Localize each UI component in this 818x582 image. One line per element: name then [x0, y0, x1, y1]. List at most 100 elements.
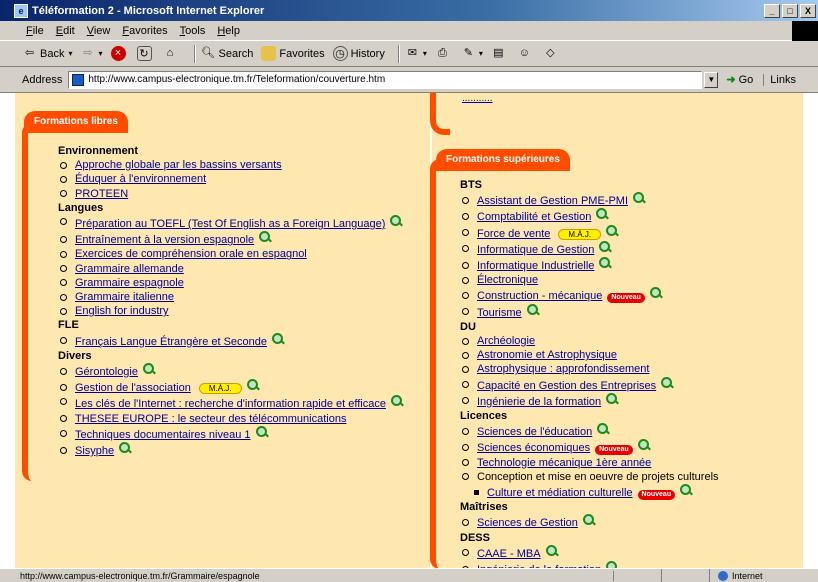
course-link[interactable]: English for industry	[75, 305, 169, 317]
course-link[interactable]: Sisyphe	[75, 445, 114, 457]
course-link[interactable]: Assistant de Gestion PME-PMI	[477, 195, 628, 207]
course-link[interactable]: Force de vente	[477, 228, 550, 240]
home-button[interactable]: ⌂	[163, 46, 181, 61]
course-link[interactable]: Les clés de l'Internet : recherche d'inf…	[75, 398, 386, 410]
status-text: http://www.campus-electronique.tm.fr/Gra…	[0, 570, 614, 581]
address-dropdown-button[interactable]: ▼	[704, 71, 719, 88]
toolbar-separator	[193, 44, 196, 63]
course-link[interactable]: Français Langue Étrangère et Seconde	[75, 336, 267, 348]
course-link[interactable]: Astrophysique : approfondissement	[477, 363, 649, 375]
course-link[interactable]: Sciences économiques	[477, 442, 590, 454]
menu-favorites[interactable]: Favorites	[122, 25, 167, 37]
course-link[interactable]: Informatique Industrielle	[477, 260, 594, 272]
magnifier-icon[interactable]	[259, 231, 271, 243]
course-link[interactable]: Grammaire italienne	[75, 291, 174, 303]
course-link[interactable]: Culture et médiation culturelle	[487, 487, 633, 499]
magnifier-icon[interactable]	[606, 392, 618, 405]
ie-icon: e	[14, 3, 28, 18]
magnifier-icon[interactable]	[119, 442, 131, 454]
course-link[interactable]: Approche globale par les bassins versant…	[75, 159, 282, 171]
course-link[interactable]: CAAE - MBA	[477, 548, 541, 560]
magnifier-icon[interactable]	[526, 303, 539, 316]
course-link[interactable]: Informatique de Gestion	[477, 244, 594, 256]
course-link[interactable]: Préparation au TOEFL (Test Of English as…	[75, 218, 385, 230]
close-button[interactable]: X	[800, 3, 816, 18]
menu-view[interactable]: View	[87, 25, 111, 37]
minimize-button[interactable]: _	[764, 3, 780, 18]
magnifier-icon[interactable]	[637, 439, 650, 451]
edit-button[interactable]: ✎ ▾	[461, 46, 483, 61]
course-link[interactable]: Construction - mécanique	[477, 290, 602, 302]
menu-edit[interactable]: Edit	[56, 25, 75, 37]
magnifier-icon[interactable]	[680, 484, 692, 496]
right-column: BTS Assistant de Gestion PME-PMI Comptabil…	[460, 178, 800, 577]
magnifier-icon[interactable]	[599, 240, 611, 253]
list-item: Archéologie	[460, 334, 800, 348]
course-link[interactable]: Sciences de l'éducation	[477, 426, 592, 438]
history-button[interactable]: ◷ History	[332, 46, 385, 61]
magnifier-icon[interactable]	[599, 257, 611, 269]
new-badge: Nouveau	[595, 445, 633, 456]
magnifier-icon[interactable]	[272, 332, 284, 345]
course-link[interactable]: Capacité en Gestion des Entreprises	[477, 380, 656, 392]
course-link[interactable]: Grammaire espagnole	[75, 277, 184, 289]
maximize-button[interactable]: □	[782, 3, 798, 18]
course-link[interactable]: Technologie mécanique 1ère année	[477, 457, 651, 469]
stop-button[interactable]: ×	[110, 46, 129, 61]
menu-file[interactable]: File	[26, 25, 44, 37]
course-link[interactable]: Gérontologie	[75, 366, 138, 378]
search-button[interactable]: 🔍︎ Search	[201, 46, 253, 61]
list-item: Électronique	[460, 273, 800, 287]
back-button[interactable]: ⇦ Back ▾	[22, 46, 73, 61]
forward-button[interactable]: ⇨ ▾	[80, 46, 102, 61]
refresh-button[interactable]: ↻	[136, 46, 155, 61]
right-top-bracket	[430, 93, 450, 135]
magnifier-icon[interactable]	[597, 423, 609, 435]
address-input[interactable]: http://www.campus-electronique.tm.fr/Tel…	[68, 70, 703, 89]
course-link[interactable]: Ingénierie de la formation	[477, 396, 601, 408]
magnifier-icon[interactable]	[390, 395, 403, 407]
partial-top-link[interactable]: ...........	[462, 93, 493, 104]
bullet-icon	[60, 190, 67, 198]
menu-help[interactable]: Help	[217, 25, 240, 37]
course-link[interactable]: Grammaire allemande	[75, 263, 184, 275]
magnifier-icon[interactable]	[246, 379, 259, 391]
course-link[interactable]: THESEE EUROPE : le secteur des télécommu…	[75, 413, 346, 425]
list-item: Informatique Industrielle	[460, 257, 800, 273]
discuss-button[interactable]: ▤	[491, 46, 509, 61]
list-item: Sciences de Gestion	[460, 514, 800, 530]
magnifier-icon[interactable]	[606, 224, 618, 237]
course-link[interactable]: Techniques documentaires niveau 1	[75, 429, 251, 441]
magnifier-icon[interactable]	[633, 192, 645, 204]
links-button[interactable]: Links	[763, 73, 796, 86]
course-link[interactable]: Éduquer à l'environnement	[75, 173, 206, 185]
magnifier-icon[interactable]	[596, 208, 608, 220]
course-link[interactable]: Sciences de Gestion	[477, 517, 578, 529]
print-button[interactable]: ⎙	[435, 46, 453, 61]
menu-tools[interactable]: Tools	[180, 25, 206, 37]
course-link[interactable]: Gestion de l'association	[75, 382, 191, 394]
course-link[interactable]: Exercices de compréhension orale en espa…	[75, 248, 307, 260]
list-item: Sciences de l'éducation	[460, 423, 800, 439]
magnifier-icon[interactable]	[390, 215, 402, 227]
course-link[interactable]: Entraînement à la version espagnole	[75, 234, 254, 246]
research-button[interactable]: ◇	[543, 46, 561, 61]
messenger-button[interactable]: ☺	[517, 46, 535, 61]
magnifier-icon[interactable]	[582, 514, 595, 526]
magnifier-icon[interactable]	[661, 376, 673, 389]
favorites-button[interactable]: Favorites	[261, 46, 325, 61]
go-button[interactable]: ➜ Go	[726, 73, 753, 87]
course-link[interactable]: PROTEEN	[75, 188, 128, 200]
course-link[interactable]: Comptabilité et Gestion	[477, 211, 591, 223]
mail-button[interactable]: ✉ ▾	[405, 46, 427, 61]
course-link[interactable]: Archéologie	[477, 335, 535, 347]
course-link[interactable]: Tourisme	[477, 307, 522, 319]
bullet-icon	[462, 397, 469, 405]
course-link[interactable]: Électronique	[477, 274, 538, 286]
messenger-icon: ☺	[518, 47, 530, 59]
magnifier-icon[interactable]	[255, 425, 268, 438]
magnifier-icon[interactable]	[649, 287, 662, 299]
magnifier-icon[interactable]	[545, 544, 558, 557]
course-link[interactable]: Astronomie et Astrophysique	[477, 349, 617, 361]
magnifier-icon[interactable]	[143, 363, 155, 375]
